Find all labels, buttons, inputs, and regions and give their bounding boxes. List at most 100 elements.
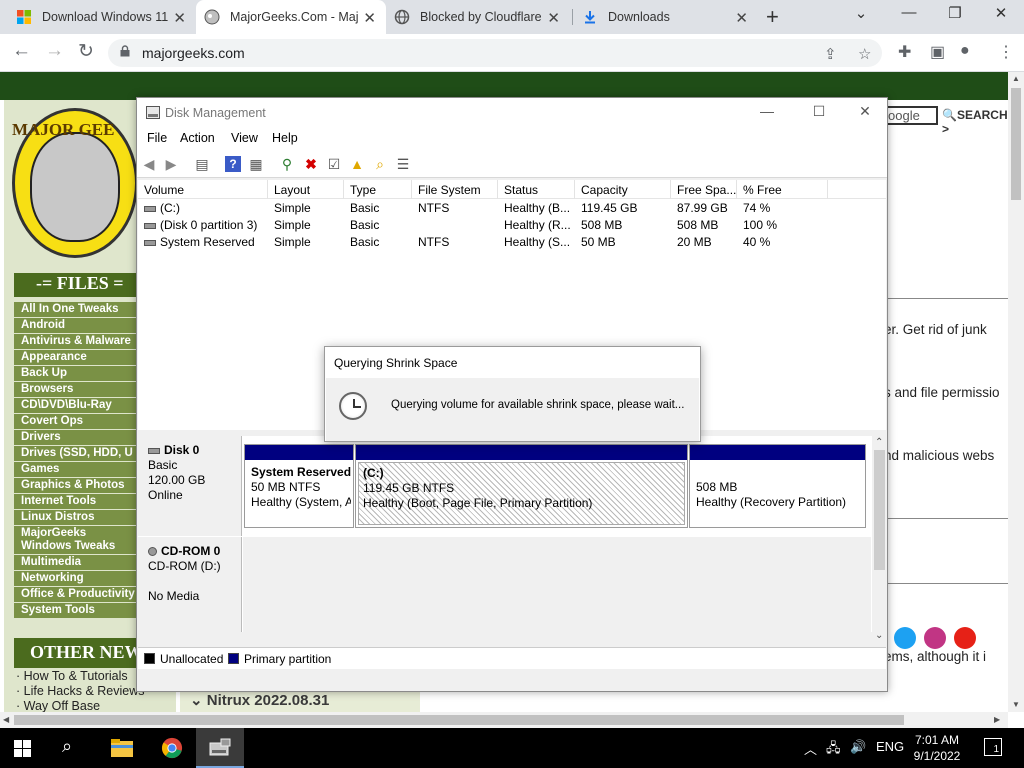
category-link[interactable]: Multimedia — [14, 555, 136, 571]
site-search-button[interactable]: 🔍SEARCH > — [942, 108, 1008, 136]
minimize-icon[interactable]: — — [747, 103, 787, 119]
column-header[interactable]: Layout — [268, 180, 344, 199]
cdrom-empty-area[interactable] — [243, 537, 871, 632]
column-header[interactable]: File System — [412, 180, 498, 199]
console-tree-icon[interactable]: ▤ — [194, 156, 210, 172]
scroll-thumb[interactable] — [874, 450, 885, 570]
delete-icon[interactable]: ✖ — [303, 156, 319, 172]
menu-view[interactable]: View — [231, 131, 258, 145]
scroll-up-icon[interactable]: ⌃ — [875, 437, 883, 448]
profile-avatar-icon[interactable]: ● — [960, 42, 970, 60]
category-link[interactable]: All In One Tweaks — [14, 302, 136, 318]
twitter-icon[interactable] — [894, 627, 916, 649]
menu-help[interactable]: Help — [272, 131, 298, 145]
article-snippet[interactable]: nd malicious webs — [884, 448, 994, 463]
category-link[interactable]: Back Up — [14, 366, 136, 382]
reload-icon[interactable]: ↻ — [78, 40, 94, 63]
close-tab-icon[interactable]: ✕ — [547, 9, 560, 27]
minimize-icon[interactable]: — — [886, 4, 932, 21]
scroll-up-icon[interactable]: ▲ — [1012, 74, 1020, 83]
category-link[interactable]: Browsers — [14, 382, 136, 398]
partition-system-reserved[interactable]: System Reserved 50 MB NTFS Healthy (Syst… — [244, 444, 354, 528]
tab-downloads[interactable]: Downloads ✕ — [574, 0, 758, 34]
partition-c-drive[interactable]: (C:) 119.45 GB NTFS Healthy (Boot, Page … — [355, 444, 688, 528]
category-link[interactable]: Graphics & Photos — [14, 478, 136, 494]
category-link[interactable]: Appearance — [14, 350, 136, 366]
close-tab-icon[interactable]: ✕ — [735, 9, 748, 27]
network-icon[interactable]: 🖧 — [826, 739, 841, 761]
tab-search-chevron-icon[interactable]: ⌄ — [838, 4, 884, 22]
category-link[interactable]: CD\DVD\Blu-Ray — [14, 398, 136, 414]
folder-up-icon[interactable]: ▲ — [349, 156, 365, 172]
column-header[interactable]: Volume — [138, 180, 268, 199]
chrome-taskbar-button[interactable] — [148, 728, 196, 768]
other-news-link[interactable]: · Way Off Base — [16, 699, 176, 712]
close-tab-icon[interactable]: ✕ — [363, 9, 376, 27]
bookmark-star-icon[interactable]: ☆ — [858, 45, 871, 63]
search-icon[interactable]: ⌕ — [62, 736, 72, 757]
search-folder-icon[interactable]: ⌕ — [372, 156, 388, 172]
menu-action[interactable]: Action — [180, 131, 215, 145]
tab-download-windows-11[interactable]: Download Windows 11 ✕ — [8, 0, 196, 34]
category-link[interactable]: Antivirus & Malware — [14, 334, 136, 350]
scroll-down-icon[interactable]: ▼ — [1012, 700, 1020, 709]
close-tab-icon[interactable]: ✕ — [173, 9, 186, 27]
extensions-puzzle-icon[interactable]: ✚ — [898, 42, 911, 62]
side-panel-icon[interactable]: ▣ — [930, 42, 945, 62]
help-icon[interactable]: ? — [225, 156, 241, 172]
category-link[interactable]: System Tools — [14, 603, 136, 619]
scroll-down-icon[interactable]: ⌄ — [875, 630, 883, 641]
check-icon[interactable]: ☑ — [326, 156, 342, 172]
category-link[interactable]: Office & Productivity — [14, 587, 136, 603]
article-snippet[interactable]: er. Get rid of junk — [884, 322, 987, 337]
new-tab-button[interactable]: + — [766, 4, 779, 30]
close-window-icon[interactable]: ✕ — [978, 4, 1024, 22]
tray-chevron-up-icon[interactable]: ︿ — [804, 739, 817, 758]
scroll-right-icon[interactable]: ▶ — [994, 715, 1000, 724]
category-link[interactable]: Drivers — [14, 430, 136, 446]
back-icon[interactable]: ← — [12, 40, 31, 62]
article-snippet[interactable]: ems, although it i — [884, 649, 986, 664]
scroll-thumb[interactable] — [1011, 88, 1021, 200]
back-arrow-icon[interactable]: ◀ — [141, 156, 157, 172]
forward-icon[interactable]: → — [45, 40, 64, 62]
address-bar[interactable]: majorgeeks.com ⇪ ☆ — [108, 39, 882, 67]
properties-icon[interactable]: ▦ — [248, 156, 264, 172]
category-link[interactable]: Covert Ops — [14, 414, 136, 430]
instagram-icon[interactable] — [924, 627, 946, 649]
input-language[interactable]: ENG — [876, 739, 904, 754]
connect-icon[interactable]: ⚲ — [279, 156, 295, 172]
category-link[interactable]: Internet Tools — [14, 494, 136, 510]
share-icon[interactable]: ⇪ — [824, 45, 837, 63]
youtube-icon[interactable] — [954, 627, 976, 649]
restore-icon[interactable]: ❐ — [932, 4, 978, 22]
volume-icon[interactable]: 🔊 — [850, 739, 866, 755]
category-link[interactable]: Android — [14, 318, 136, 334]
scroll-thumb[interactable] — [14, 715, 904, 725]
start-button[interactable] — [14, 740, 31, 757]
table-row[interactable]: System Reserved Simple Basic NTFS Health… — [138, 234, 886, 251]
cdrom0-label[interactable]: CD-ROM 0 CD-ROM (D:) No Media — [138, 537, 242, 632]
category-link[interactable]: Games — [14, 462, 136, 478]
category-link[interactable]: Networking — [14, 571, 136, 587]
taskbar-clock[interactable]: 7:01 AM 9/1/2022 — [904, 732, 970, 764]
column-header[interactable]: % Free — [737, 180, 828, 199]
partition-recovery[interactable]: 508 MB Healthy (Recovery Partition) — [689, 444, 866, 528]
tab-majorgeeks[interactable]: MajorGeeks.Com - Maj ✕ — [196, 0, 386, 34]
file-explorer-taskbar-button[interactable] — [98, 728, 146, 768]
maximize-icon[interactable]: ☐ — [799, 103, 839, 120]
table-row[interactable]: (C:) Simple Basic NTFS Healthy (B... 119… — [138, 200, 886, 217]
column-header[interactable]: Status — [498, 180, 575, 199]
category-link[interactable]: Linux Distros — [14, 510, 136, 526]
tab-blocked-by-cloudflare[interactable]: Blocked by Cloudflare ✕ — [386, 0, 570, 34]
close-window-icon[interactable]: ✕ — [845, 103, 885, 120]
window-title-bar[interactable]: Disk Management — ☐ ✕ — [137, 98, 887, 128]
scroll-left-icon[interactable]: ◀ — [3, 715, 9, 724]
menu-kebab-icon[interactable]: ⋮ — [998, 42, 1014, 62]
category-link[interactable]: Drives (SSD, HDD, U — [14, 446, 136, 462]
forward-arrow-icon[interactable]: ▶ — [163, 156, 179, 172]
page-horizontal-scrollbar[interactable]: ◀ ▶ — [0, 712, 1008, 728]
column-header[interactable]: Free Spa... — [671, 180, 737, 199]
lock-icon[interactable] — [120, 45, 130, 57]
category-link[interactable]: MajorGeeks Windows Tweaks — [14, 526, 136, 555]
